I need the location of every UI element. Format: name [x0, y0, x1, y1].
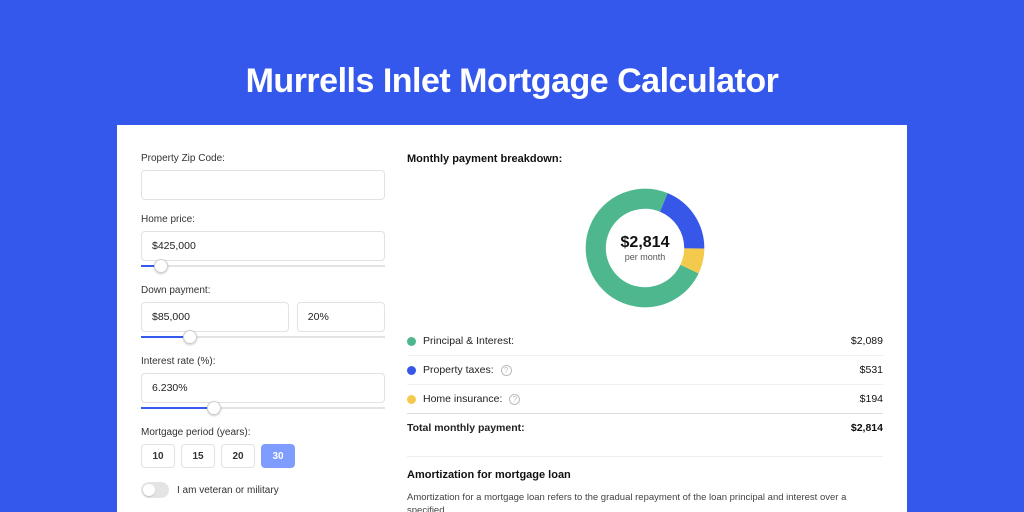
zip-block: Property Zip Code:: [141, 153, 385, 200]
breakdown-value: $531: [860, 364, 883, 376]
interest-rate-label: Interest rate (%):: [141, 356, 385, 367]
info-icon[interactable]: ?: [509, 394, 520, 405]
slider-thumb[interactable]: [207, 401, 221, 415]
period-button-15[interactable]: 15: [181, 444, 215, 468]
page-title: Murrells Inlet Mortgage Calculator: [0, 0, 1024, 125]
down-payment-row: [141, 302, 385, 332]
interest-rate-input[interactable]: [141, 373, 385, 403]
breakdown-total-row: Total monthly payment: $2,814: [407, 413, 883, 442]
amortization-title: Amortization for mortgage loan: [407, 469, 883, 481]
calculator-panel: Property Zip Code: Home price: Down paym…: [117, 125, 907, 512]
inputs-column: Property Zip Code: Home price: Down paym…: [141, 153, 385, 512]
breakdown-row: Property taxes:? $531: [407, 355, 883, 384]
period-button-30[interactable]: 30: [261, 444, 295, 468]
zip-input[interactable]: [141, 170, 385, 200]
total-value: $2,814: [851, 422, 883, 434]
legend-dot: [407, 366, 416, 375]
breakdown-row: Principal & Interest: $2,089: [407, 327, 883, 355]
donut-amount: $2,814: [621, 234, 670, 252]
down-payment-slider[interactable]: [141, 332, 385, 342]
donut-sub: per month: [625, 252, 666, 262]
slider-track: [141, 265, 385, 267]
down-payment-input[interactable]: [141, 302, 289, 332]
breakdown-value: $2,089: [851, 335, 883, 347]
period-label: Mortgage period (years):: [141, 427, 385, 438]
home-price-block: Home price:: [141, 214, 385, 271]
slider-thumb[interactable]: [183, 330, 197, 344]
zip-label: Property Zip Code:: [141, 153, 385, 164]
breakdown-title: Monthly payment breakdown:: [407, 153, 883, 165]
period-button-20[interactable]: 20: [221, 444, 255, 468]
breakdown-label: Property taxes:: [423, 364, 494, 376]
interest-rate-block: Interest rate (%):: [141, 356, 385, 413]
toggle-knob: [143, 484, 155, 496]
breakdown-value: $194: [860, 393, 883, 405]
amortization-text: Amortization for a mortgage loan refers …: [407, 491, 883, 512]
breakdown-label: Home insurance:: [423, 393, 502, 405]
breakdown-row: Home insurance:? $194: [407, 384, 883, 413]
donut-chart: $2,814 per month: [580, 183, 710, 313]
period-row: 10152030: [141, 444, 385, 468]
down-payment-label: Down payment:: [141, 285, 385, 296]
legend-dot: [407, 337, 416, 346]
donut-wrap: $2,814 per month: [407, 177, 883, 327]
amortization-section: Amortization for mortgage loan Amortizat…: [407, 456, 883, 512]
veteran-toggle[interactable]: [141, 482, 169, 498]
period-block: Mortgage period (years): 10152030: [141, 427, 385, 468]
total-label: Total monthly payment:: [407, 422, 525, 434]
breakdown-label: Principal & Interest:: [423, 335, 514, 347]
home-price-input[interactable]: [141, 231, 385, 261]
down-payment-pct-input[interactable]: [297, 302, 385, 332]
slider-fill: [141, 407, 214, 409]
veteran-row: I am veteran or military: [141, 482, 385, 498]
results-column: Monthly payment breakdown: $2,814 per mo…: [407, 153, 883, 512]
home-price-label: Home price:: [141, 214, 385, 225]
donut-center: $2,814 per month: [580, 183, 710, 313]
home-price-slider[interactable]: [141, 261, 385, 271]
veteran-label: I am veteran or military: [177, 485, 279, 496]
slider-thumb[interactable]: [154, 259, 168, 273]
breakdown-list: Principal & Interest: $2,089 Property taxe…: [407, 327, 883, 413]
period-button-10[interactable]: 10: [141, 444, 175, 468]
interest-rate-slider[interactable]: [141, 403, 385, 413]
legend-dot: [407, 395, 416, 404]
info-icon[interactable]: ?: [501, 365, 512, 376]
down-payment-block: Down payment:: [141, 285, 385, 342]
